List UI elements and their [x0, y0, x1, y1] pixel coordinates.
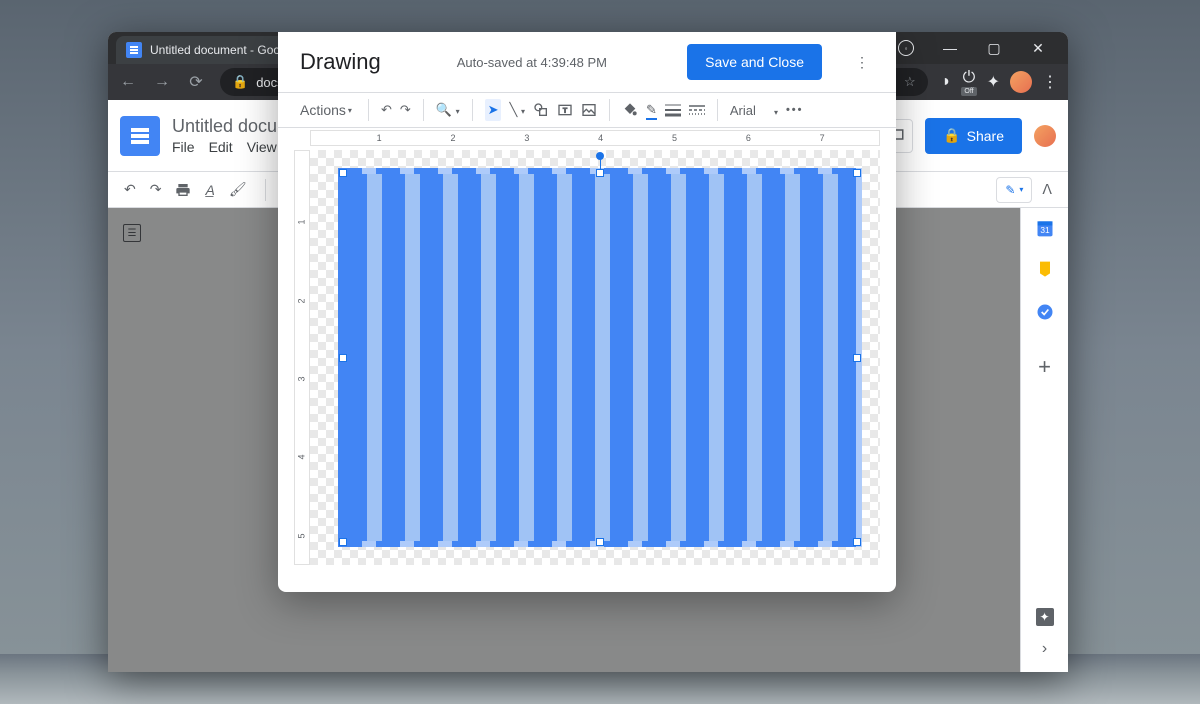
selected-rectangle-shape[interactable] — [338, 168, 862, 547]
print-icon[interactable] — [175, 182, 191, 198]
forward-icon[interactable]: → — [152, 73, 172, 91]
pencil-icon: ✎ — [1005, 183, 1015, 197]
autosave-status: Auto-saved at 4:39:48 PM — [457, 55, 607, 70]
shape-tool-icon[interactable] — [533, 102, 549, 118]
select-tool-icon[interactable]: ➤ — [485, 99, 502, 121]
back-icon[interactable]: ← — [118, 73, 138, 91]
docs-favicon — [126, 42, 142, 58]
redo-icon[interactable]: ↷ — [400, 102, 411, 118]
resize-handle-br[interactable] — [853, 538, 861, 546]
border-color-icon[interactable]: ✎ — [646, 102, 657, 118]
profile-avatar[interactable] — [1010, 71, 1032, 93]
resize-handle-bl[interactable] — [339, 538, 347, 546]
menu-file[interactable]: File — [172, 139, 195, 155]
zoom-icon[interactable]: 🔍 ▾ — [436, 102, 460, 118]
resize-handle-tl[interactable] — [339, 169, 347, 177]
rotate-handle[interactable] — [596, 152, 604, 160]
lock-icon: 🔒 — [232, 74, 248, 90]
close-window-icon[interactable]: ✕ — [1016, 32, 1060, 64]
actions-menu[interactable]: Actions ▾ — [296, 100, 356, 120]
horizontal-ruler[interactable]: 1 2 3 4 5 6 7 — [310, 130, 880, 146]
add-addon-icon[interactable]: + — [1038, 354, 1051, 380]
paint-format-icon[interactable]: 🖌 — [229, 181, 247, 198]
collapse-icon[interactable]: ᐱ — [1042, 181, 1052, 198]
font-family-select[interactable]: Arial ▾ — [730, 103, 778, 118]
svg-text:T: T — [563, 108, 567, 115]
share-label: Share — [967, 128, 1004, 144]
fill-color-icon[interactable] — [622, 102, 638, 118]
editing-mode-button[interactable]: ✎ ▾ — [996, 177, 1032, 203]
flag-icon[interactable]: ◗ — [942, 73, 952, 91]
expand-panel-icon[interactable]: › — [1042, 640, 1047, 658]
border-weight-icon[interactable] — [665, 103, 681, 117]
lock-icon: 🔒 — [943, 127, 960, 144]
explore-icon[interactable]: ✦ — [1036, 608, 1054, 626]
calendar-icon[interactable]: 31 — [1035, 218, 1055, 238]
menu-view[interactable]: View — [247, 139, 277, 155]
spellcheck-icon[interactable]: A̲ — [205, 182, 214, 198]
tasks-icon[interactable] — [1035, 302, 1055, 322]
reload-icon[interactable]: ⟳ — [186, 72, 206, 92]
save-label: Save and Close — [705, 54, 804, 70]
image-tool-icon[interactable] — [581, 102, 597, 118]
minimize-icon[interactable]: — — [928, 32, 972, 64]
undo-icon[interactable]: ↶ — [381, 102, 392, 118]
keep-icon[interactable] — [1035, 260, 1055, 280]
resize-handle-bm[interactable] — [596, 538, 604, 546]
maximize-icon[interactable]: ▢ — [972, 32, 1016, 64]
share-button[interactable]: 🔒 Share — [925, 118, 1022, 154]
browser-window: Untitled document - Google Doc × + ◦ — ▢… — [108, 32, 1068, 672]
side-panel: 31 + ✦ › — [1020, 208, 1068, 672]
close-dialog-icon[interactable]: ⋮ — [850, 54, 874, 71]
docs-logo-icon[interactable] — [120, 116, 160, 156]
resize-handle-mr[interactable] — [853, 354, 861, 362]
resize-handle-tr[interactable] — [853, 169, 861, 177]
extensions-icon[interactable]: ✦ — [987, 72, 1000, 92]
kebab-menu-icon[interactable]: ⋮ — [1042, 72, 1058, 92]
menu-edit[interactable]: Edit — [209, 139, 233, 155]
drawing-toolbar: Actions ▾ ↶ ↷ 🔍 ▾ ➤ ╲ ▾ T ✎ Arial ▾ ••• — [278, 92, 896, 128]
resize-handle-ml[interactable] — [339, 354, 347, 362]
save-and-close-button[interactable]: Save and Close — [687, 44, 822, 80]
drawing-canvas[interactable] — [310, 150, 880, 565]
border-dash-icon[interactable] — [689, 104, 705, 116]
redo-icon[interactable]: ↷ — [150, 181, 162, 198]
line-tool-icon[interactable]: ╲ ▾ — [509, 102, 524, 118]
drawing-dialog: Drawing Auto-saved at 4:39:48 PM Save an… — [278, 32, 896, 592]
svg-text:31: 31 — [1040, 225, 1050, 235]
undo-icon[interactable]: ↶ — [124, 181, 136, 198]
account-avatar[interactable] — [1034, 125, 1056, 147]
resize-handle-tm[interactable] — [596, 169, 604, 177]
toggle-off-icon[interactable]: ⏻Off — [961, 69, 976, 96]
chevron-down-icon: ▾ — [1019, 185, 1023, 194]
dialog-title: Drawing — [300, 49, 381, 75]
vertical-ruler[interactable]: 1 2 3 4 5 — [294, 150, 310, 565]
more-tools-icon[interactable]: ••• — [786, 104, 804, 116]
star-icon[interactable]: ☆ — [904, 74, 916, 90]
textbox-tool-icon[interactable]: T — [557, 102, 573, 118]
